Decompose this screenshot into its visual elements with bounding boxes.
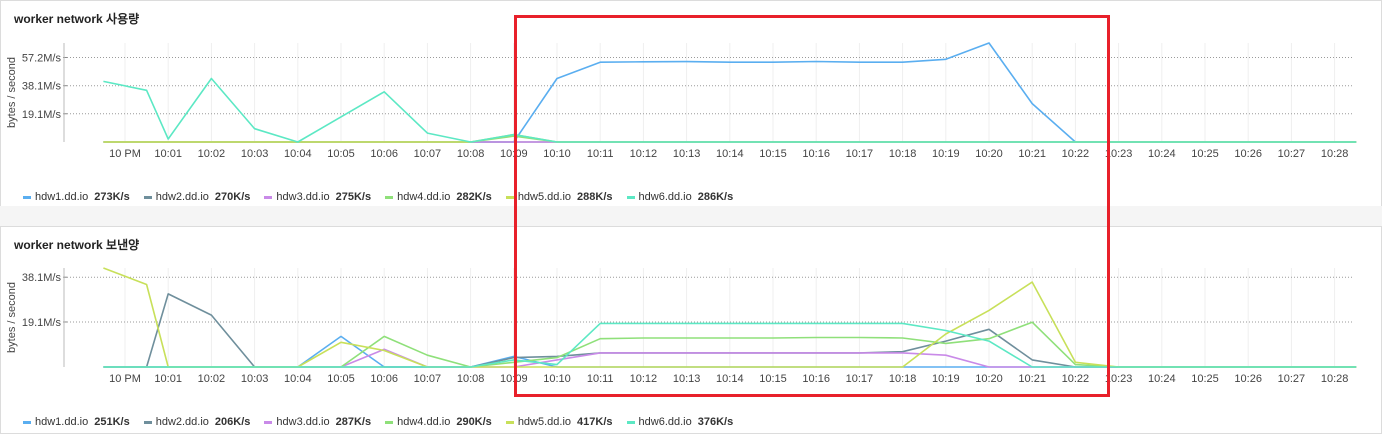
- legend-item-hdw3[interactable]: hdw3.dd.io 287K/s: [264, 416, 371, 428]
- x-tick-label: 10:02: [198, 148, 226, 160]
- x-tick-label: 10:28: [1321, 148, 1349, 160]
- x-tick-label: 10:05: [327, 373, 355, 385]
- legend-value: 282K/s: [456, 191, 492, 203]
- legend-swatch: [143, 195, 152, 199]
- y-axis-label: bytes / second: [6, 57, 18, 128]
- x-tick-label: 10:01: [154, 373, 182, 385]
- legend-item-hdw2[interactable]: hdw2.dd.io 206K/s: [143, 416, 251, 428]
- legend-swatch: [264, 420, 273, 424]
- highlight-box: [514, 15, 1110, 397]
- x-tick-label: 10:03: [241, 373, 269, 385]
- x-tick-label: 10 PM: [109, 148, 141, 160]
- x-tick-label: 10:28: [1321, 373, 1349, 385]
- legend-name: hdw1.dd.io: [35, 416, 89, 428]
- legend-name: hdw4.dd.io: [397, 416, 451, 428]
- x-tick-label: 10:06: [370, 148, 398, 160]
- legend-value: 417K/s: [577, 416, 613, 428]
- legend-value: 270K/s: [214, 191, 251, 203]
- legend-name: hdw3.dd.io: [276, 191, 330, 203]
- legend-swatch: [505, 420, 514, 424]
- legend-item-hdw1[interactable]: hdw1.dd.io 273K/s: [23, 191, 130, 203]
- y-tick-label: 57.2M/s: [22, 52, 62, 64]
- y-tick-label: 19.1M/s: [22, 317, 62, 329]
- y-tick-label: 38.1M/s: [22, 272, 62, 284]
- legend-swatch: [385, 420, 394, 424]
- legend-name: hdw1.dd.io: [35, 191, 89, 203]
- legend-name: hdw4.dd.io: [397, 191, 451, 203]
- chart-legend: hdw1.dd.io 251K/s hdw2.dd.io 206K/s hdw3.dd.…: [23, 416, 747, 428]
- legend-value: 206K/s: [214, 416, 251, 428]
- x-tick-label: 10:07: [414, 148, 442, 160]
- y-axis-label: bytes / second: [6, 282, 18, 353]
- legend-value: 275K/s: [335, 191, 372, 203]
- x-tick-label: 10:26: [1234, 373, 1262, 385]
- legend-item-hdw6[interactable]: hdw6.dd.io 376K/s: [626, 416, 734, 428]
- x-tick-label: 10:04: [284, 148, 312, 160]
- legend-item-hdw5[interactable]: hdw5.dd.io 417K/s: [505, 416, 613, 428]
- legend-swatch: [143, 420, 152, 424]
- legend-item-hdw4[interactable]: hdw4.dd.io 290K/s: [385, 416, 492, 428]
- legend-item-hdw4[interactable]: hdw4.dd.io 282K/s: [385, 191, 492, 203]
- x-tick-label: 10:27: [1278, 148, 1306, 160]
- x-tick-label: 10:24: [1148, 373, 1176, 385]
- y-tick-label: 38.1M/s: [22, 81, 62, 93]
- x-tick-label: 10:07: [414, 373, 442, 385]
- legend-name: hdw2.dd.io: [155, 191, 209, 203]
- x-tick-label: 10:03: [241, 148, 269, 160]
- x-tick-label: 10 PM: [109, 373, 141, 385]
- legend-swatch: [505, 195, 514, 199]
- x-tick-label: 10:05: [327, 148, 355, 160]
- x-tick-label: 10:26: [1234, 148, 1262, 160]
- legend-value: 273K/s: [94, 191, 130, 203]
- legend-name: hdw2.dd.io: [155, 416, 209, 428]
- legend-swatch: [23, 195, 31, 199]
- x-tick-label: 10:24: [1148, 148, 1176, 160]
- x-tick-label: 10:06: [370, 373, 398, 385]
- x-tick-label: 10:08: [457, 373, 485, 385]
- legend-name: hdw6.dd.io: [638, 416, 692, 428]
- legend-name: hdw5.dd.io: [517, 416, 572, 428]
- y-tick-label: 19.1M/s: [22, 109, 62, 121]
- x-tick-label: 10:04: [284, 373, 312, 385]
- legend-value: 251K/s: [94, 416, 130, 428]
- legend-value: 376K/s: [697, 416, 734, 428]
- x-tick-label: 10:01: [154, 148, 182, 160]
- legend-swatch: [385, 195, 394, 199]
- legend-swatch: [626, 420, 635, 424]
- legend-name: hdw3.dd.io: [276, 416, 330, 428]
- x-tick-label: 10:25: [1191, 373, 1219, 385]
- x-tick-label: 10:27: [1278, 373, 1306, 385]
- x-tick-label: 10:25: [1191, 148, 1219, 160]
- legend-value: 287K/s: [335, 416, 372, 428]
- legend-item-hdw3[interactable]: hdw3.dd.io 275K/s: [264, 191, 371, 203]
- legend-value: 290K/s: [456, 416, 492, 428]
- legend-item-hdw2[interactable]: hdw2.dd.io 270K/s: [143, 191, 251, 203]
- legend-swatch: [264, 195, 273, 199]
- legend-swatch: [23, 420, 31, 424]
- legend-item-hdw1[interactable]: hdw1.dd.io 251K/s: [23, 416, 130, 428]
- x-tick-label: 10:08: [457, 148, 485, 160]
- x-tick-label: 10:02: [198, 373, 226, 385]
